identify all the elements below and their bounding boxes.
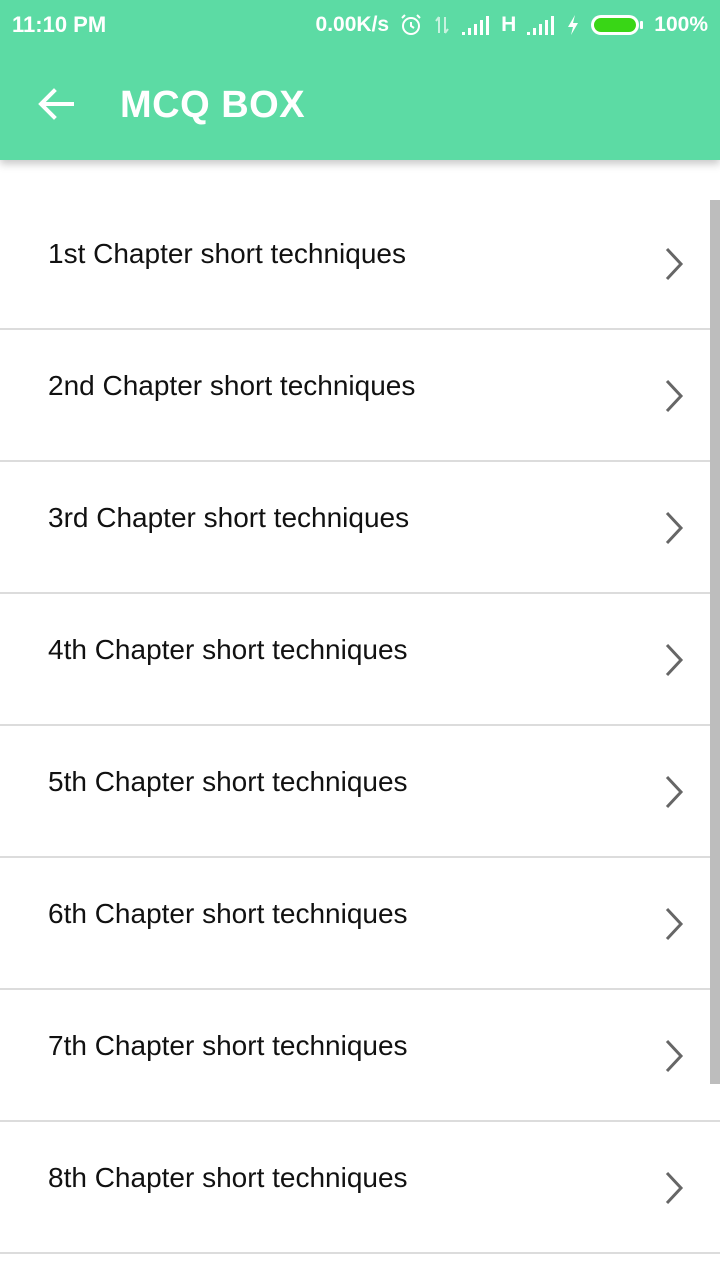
chevron-right-icon	[660, 642, 688, 678]
list-item[interactable]: 3rd Chapter short techniques	[0, 462, 720, 594]
list-item-label: 2nd Chapter short techniques	[48, 370, 416, 401]
app-bar: 11:10 PM 0.00K/s H 100% MCQ BOX	[0, 0, 720, 160]
list-item[interactable]: 7th Chapter short techniques	[0, 990, 720, 1122]
chevron-right-icon	[660, 774, 688, 810]
chevron-right-icon	[660, 906, 688, 942]
toolbar: MCQ BOX	[0, 56, 720, 156]
chevron-right-icon	[660, 1170, 688, 1206]
status-icons: 0.00K/s H 100%	[316, 10, 708, 40]
chevron-right-icon	[660, 246, 688, 282]
list-item-label: 4th Chapter short techniques	[48, 634, 408, 665]
list-item-label: 3rd Chapter short techniques	[48, 502, 410, 533]
page-title: MCQ BOX	[120, 84, 306, 126]
list-item-label: 7th Chapter short techniques	[48, 1030, 408, 1061]
list-item[interactable]: 4th Chapter short techniques	[0, 594, 720, 726]
network-speed: 0.00K/s	[315, 13, 390, 36]
alarm-icon	[399, 13, 423, 37]
list-item[interactable]: 5th Chapter short techniques	[0, 726, 720, 858]
list-item[interactable]: 8th Chapter short techniques	[0, 1122, 720, 1254]
list-item-label: 6th Chapter short techniques	[48, 898, 408, 929]
status-bar: 11:10 PM 0.00K/s H 100%	[0, 0, 720, 50]
list-item[interactable]: 1st Chapter short techniques	[0, 198, 720, 330]
signal-icon	[526, 14, 556, 36]
chapter-list: 1st Chapter short techniques 2nd Chapter…	[0, 198, 720, 1254]
list-item[interactable]: 2nd Chapter short techniques	[0, 330, 720, 462]
list-item-label: 8th Chapter short techniques	[48, 1162, 408, 1193]
data-arrows-icon	[433, 13, 451, 37]
charging-icon	[566, 14, 580, 36]
arrow-left-icon	[38, 87, 74, 125]
chevron-right-icon	[660, 378, 688, 414]
signal-icon	[461, 14, 491, 36]
list-item-label: 5th Chapter short techniques	[48, 766, 408, 797]
list-item-label: 1st Chapter short techniques	[48, 238, 406, 269]
battery-icon	[590, 13, 644, 37]
battery-percent: 100%	[654, 13, 708, 36]
list-item[interactable]: 6th Chapter short techniques	[0, 858, 720, 990]
back-button[interactable]	[22, 68, 90, 144]
network-type: H	[501, 13, 517, 36]
chevron-right-icon	[660, 510, 688, 546]
scrollbar[interactable]	[710, 200, 720, 1084]
status-time: 11:10 PM	[12, 12, 107, 37]
chevron-right-icon	[660, 1038, 688, 1074]
